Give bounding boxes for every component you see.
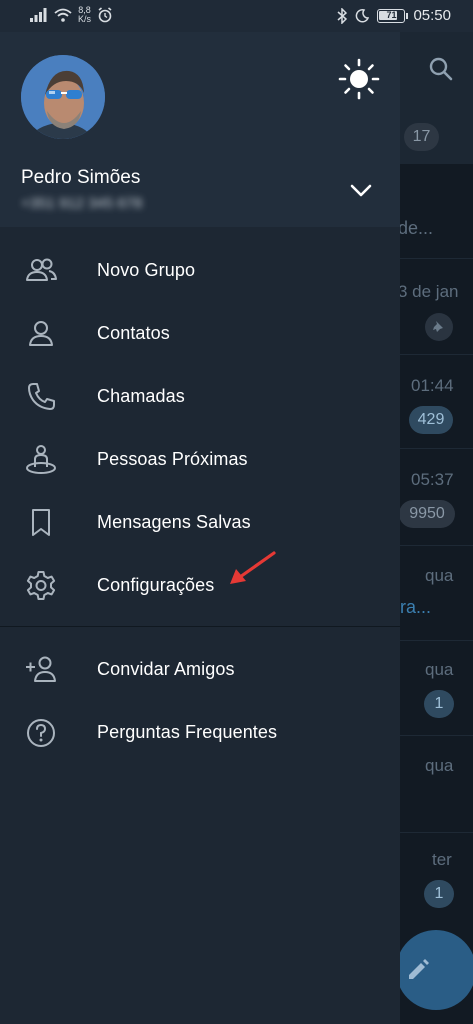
help-icon: [27, 718, 55, 747]
alarm-icon: [98, 7, 112, 23]
chat-time: ter: [432, 850, 452, 869]
status-bar: 8,8 K/s 71 05:50: [0, 0, 473, 32]
menu-label: Chamadas: [97, 386, 185, 406]
unread-badge: 1: [424, 690, 454, 718]
gear-icon: [26, 570, 56, 600]
divider: [400, 258, 473, 259]
menu-item-contacts[interactable]: Contatos: [0, 302, 400, 365]
compose-button[interactable]: [396, 930, 473, 1010]
bookmark-icon: [32, 508, 50, 536]
chat-time: 01:44: [411, 376, 454, 395]
unread-badge: 9950: [399, 500, 455, 528]
chat-time: qua: [425, 756, 454, 775]
menu-item-new-group[interactable]: Novo Grupo: [0, 239, 400, 302]
menu-label: Contatos: [97, 323, 170, 343]
clock: 05:50: [413, 7, 451, 24]
annotation-arrow-icon: [230, 551, 276, 584]
battery-icon: 71: [377, 8, 409, 23]
group-icon: [26, 258, 57, 281]
menu-item-invite-friends[interactable]: Convidar Amigos: [0, 638, 400, 701]
chat-preview[interactable]: de...: [398, 218, 433, 239]
profile-phone: +351 912 345 678: [21, 195, 143, 212]
unread-badge: 429: [409, 406, 453, 434]
drawer-header: Pedro Simões +351 912 345 678: [0, 32, 400, 227]
menu-item-calls[interactable]: Chamadas: [0, 365, 400, 428]
people-nearby-icon: [26, 444, 56, 474]
chat-preview: ra...: [400, 597, 432, 617]
divider: [400, 354, 473, 355]
unread-badge: 1: [424, 880, 454, 908]
menu-label: Pessoas Próximas: [97, 449, 248, 469]
drawer-divider: [0, 626, 400, 627]
navigation-drawer: Pedro Simões +351 912 345 678 Novo Grupo…: [0, 32, 400, 1024]
chat-time: qua: [425, 566, 454, 585]
chevron-down-icon[interactable]: [346, 175, 376, 205]
chat-time: qua: [425, 660, 454, 679]
menu-label: Mensagens Salvas: [97, 512, 251, 532]
chat-time: 05:37: [411, 470, 454, 489]
search-icon[interactable]: [428, 56, 454, 82]
add-person-icon: [26, 656, 56, 682]
menu-item-faq[interactable]: Perguntas Frequentes: [0, 701, 400, 764]
pin-icon: [425, 313, 453, 341]
menu-label: Novo Grupo: [97, 260, 196, 280]
profile-name: Pedro Simões: [21, 167, 141, 188]
divider: [400, 735, 473, 736]
bluetooth-icon: [337, 7, 348, 24]
phone-icon: [28, 382, 55, 410]
menu-item-saved-messages[interactable]: Mensagens Salvas: [0, 491, 400, 554]
menu-item-people-nearby[interactable]: Pessoas Próximas: [0, 428, 400, 491]
divider: [400, 448, 473, 449]
avatar[interactable]: [21, 55, 105, 139]
folder-unread-badge: 17: [404, 123, 439, 151]
moon-icon: [356, 8, 370, 22]
chat-list-header: 17: [400, 32, 473, 164]
menu-label: Configurações: [97, 575, 215, 595]
menu-item-settings[interactable]: Configurações: [0, 554, 400, 617]
pencil-icon: [409, 959, 429, 979]
divider: [400, 832, 473, 833]
menu-label: Convidar Amigos: [97, 659, 235, 679]
drawer-menu-primary: Novo Grupo Contatos Chamadas Pessoas Pró…: [0, 239, 400, 617]
divider: [400, 640, 473, 641]
signal-icon: [30, 8, 47, 22]
chat-time: 3 de jan: [398, 282, 459, 301]
menu-label: Perguntas Frequentes: [97, 722, 278, 742]
person-icon: [29, 320, 53, 346]
network-speed: 8,8 K/s: [78, 5, 92, 24]
divider: [400, 545, 473, 546]
wifi-icon: [54, 8, 72, 22]
theme-toggle-sun-icon[interactable]: [338, 58, 380, 100]
drawer-menu-secondary: Convidar Amigos Perguntas Frequentes: [0, 638, 400, 764]
